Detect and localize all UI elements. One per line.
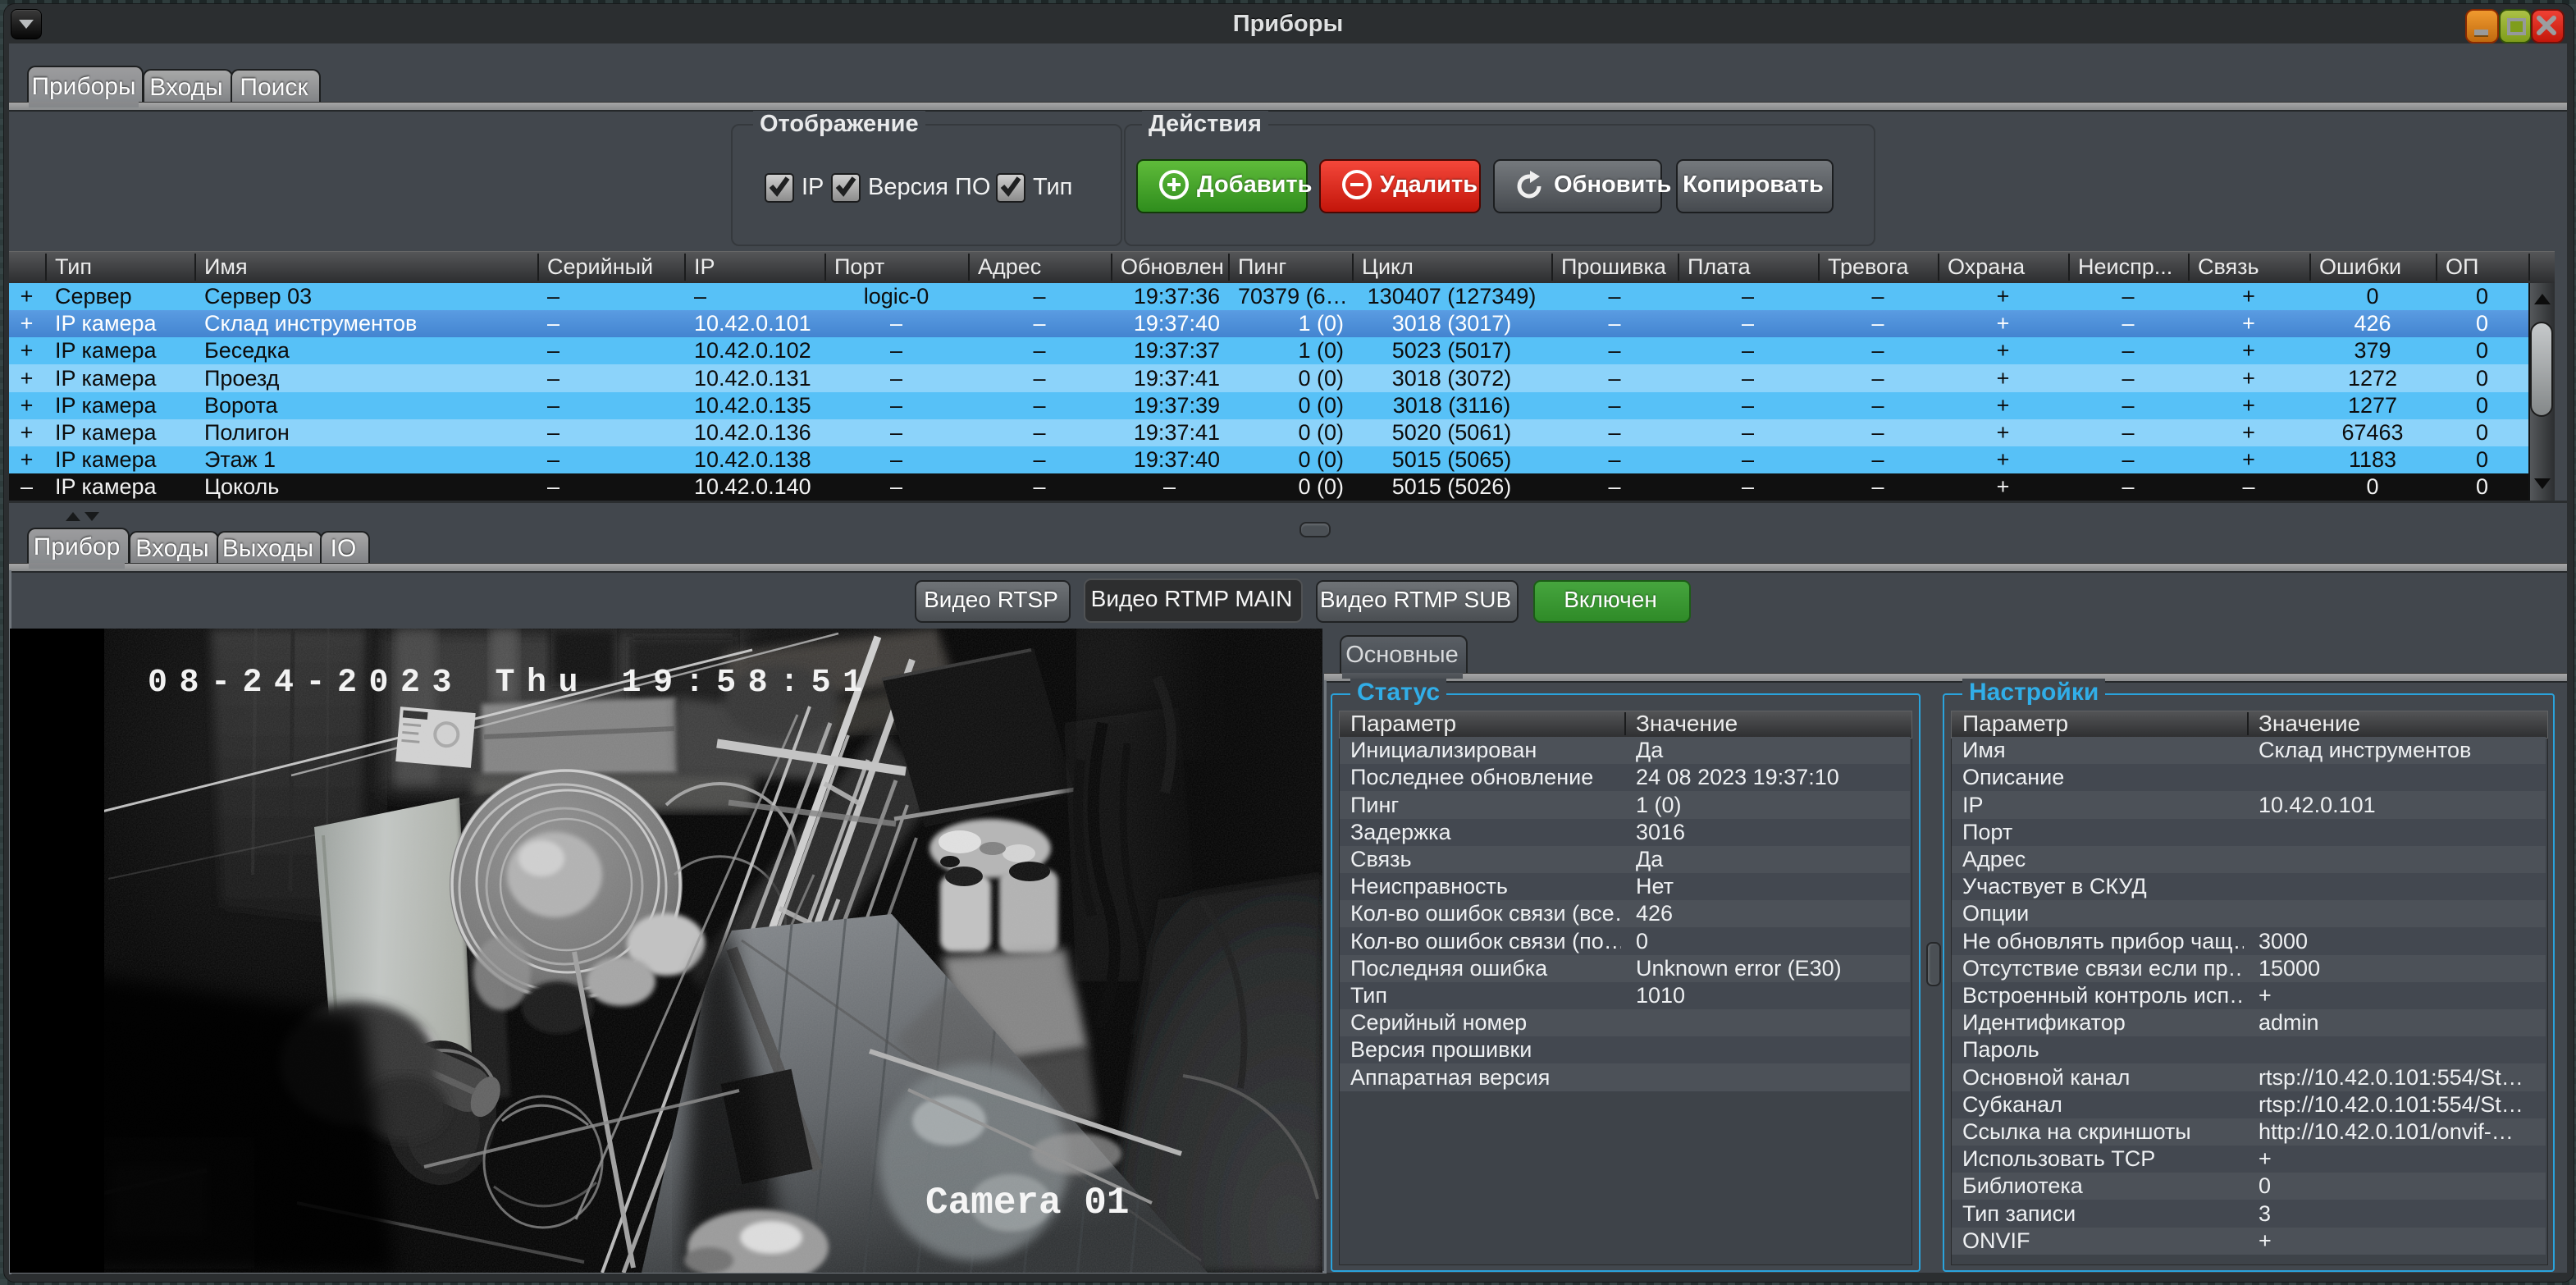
svg-text:08-24-2023 Thu 19:58:51: 08-24-2023 Thu 19:58:51 [148, 665, 875, 702]
svg-text:Camera 01: Camera 01 [925, 1182, 1129, 1224]
